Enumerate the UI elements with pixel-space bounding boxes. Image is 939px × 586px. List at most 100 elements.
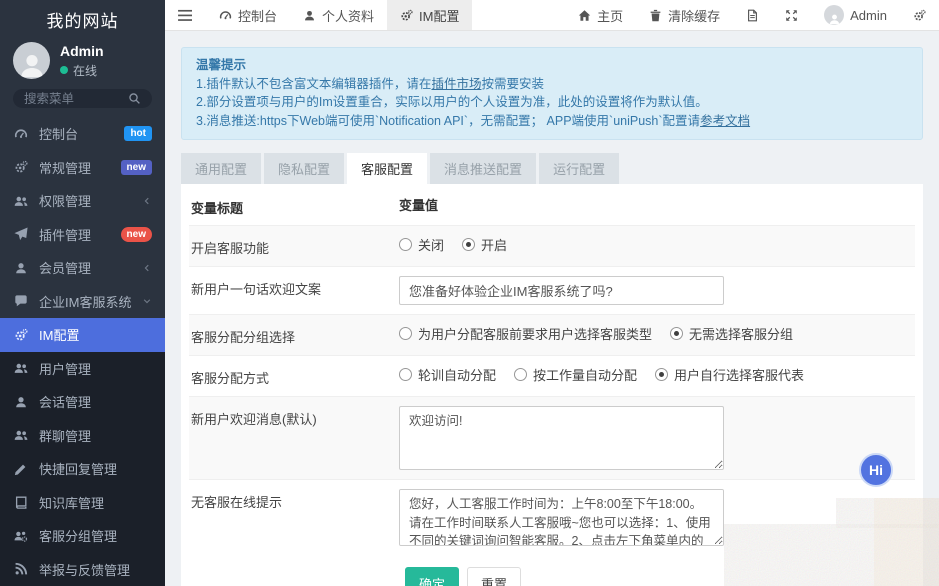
welcome-text-input[interactable] — [399, 276, 724, 305]
sidebar-item-report-feedback-manage[interactable]: 举报与反馈管理 — [0, 553, 165, 586]
rss-icon — [13, 562, 29, 576]
sidebar-submenu: IM配置 用户管理 会话管理 群聊管理 快捷回复管理 知识库管理 — [0, 318, 165, 586]
sidebar-item-im-system[interactable]: 企业IM客服系统 — [0, 285, 165, 319]
users-icon — [13, 428, 29, 442]
user-status: 在线 — [60, 62, 104, 79]
row-group-select: 客服分配分组选择 为用户分配客服前要求用户选择客服类型 无需选择客服分组 — [189, 314, 915, 355]
sidebar-item-quick-reply-manage[interactable]: 快捷回复管理 — [0, 452, 165, 486]
clear-cache-label: 清除缓存 — [668, 6, 720, 25]
field-label: 客服分配方式 — [191, 365, 399, 387]
info-alert: 温馨提示 1.插件默认不包含富文本编辑器插件，请在插件市场按需要安装 2.部分设… — [181, 47, 923, 140]
topnav-right: 主页 清除缓存 Admin — [565, 0, 939, 30]
sidebar-item-user-manage[interactable]: 用户管理 — [0, 352, 165, 386]
user-icon — [303, 9, 316, 22]
form-header-row: 变量标题 变量值 — [189, 186, 915, 225]
gears-icon — [13, 328, 29, 342]
sidebar-item-group-chat-manage[interactable]: 群聊管理 — [0, 419, 165, 453]
avatar[interactable] — [13, 42, 50, 79]
row-offline-tip: 无客服在线提示 您好，人工客服工作时间为：上午8:00至下午18:00。请在工作… — [189, 479, 915, 555]
sidebar-item-label: 企业IM客服系统 — [39, 292, 132, 311]
chevron-left-icon — [142, 196, 152, 206]
book-icon — [13, 495, 29, 509]
topnav-tab-label: 个人资料 — [322, 6, 374, 25]
badge-new: new — [121, 227, 152, 242]
tab-general-config[interactable]: 通用配置 — [181, 153, 261, 184]
radio-option-require-type[interactable]: 为用户分配客服前要求用户选择客服类型 — [399, 324, 652, 343]
field-label: 无客服在线提示 — [191, 489, 399, 511]
sidebar: 我的网站 Admin 在线 控制台 hot 常规管理 new 权限管理 — [0, 0, 165, 586]
language-icon — [746, 9, 759, 22]
column-header-value: 变量值 — [399, 195, 913, 214]
app-root: { "app": { "brand": "我的网站" }, "sidebar":… — [0, 0, 939, 586]
gauge-icon — [219, 9, 232, 22]
topnav-tab-profile[interactable]: 个人资料 — [290, 0, 387, 30]
tab-runtime-config[interactable]: 运行配置 — [539, 153, 619, 184]
tab-privacy-config[interactable]: 隐私配置 — [264, 153, 344, 184]
sidebar-item-label: 权限管理 — [39, 191, 132, 210]
users-icon — [13, 361, 29, 375]
gears-icon — [13, 160, 29, 174]
sidebar-item-service-group-manage[interactable]: 客服分组管理 — [0, 519, 165, 553]
sidebar-item-label: 会话管理 — [39, 392, 152, 411]
chevron-left-icon — [142, 263, 152, 273]
radio-option-open[interactable]: 开启 — [462, 235, 507, 254]
radio-checked-icon — [655, 368, 668, 381]
field-label: 新用户一句话欢迎文案 — [191, 276, 399, 298]
radio-option-close[interactable]: 关闭 — [399, 235, 444, 254]
topnav-tab-label: 控制台 — [238, 6, 277, 25]
sidebar-item-session-manage[interactable]: 会话管理 — [0, 385, 165, 419]
badge-new: new — [121, 160, 152, 175]
user-icon — [13, 261, 29, 275]
topnav-tab-label: IM配置 — [419, 6, 459, 25]
sidebar-item-knowledge-base-manage[interactable]: 知识库管理 — [0, 486, 165, 520]
search-input[interactable] — [24, 92, 122, 106]
reference-doc-link[interactable]: 参考文档 — [700, 114, 750, 128]
tab-service-config[interactable]: 客服配置 — [347, 153, 427, 184]
settings-button[interactable] — [900, 0, 939, 30]
sidebar-item-general-manage[interactable]: 常规管理 new — [0, 151, 165, 185]
search-icon[interactable] — [128, 92, 141, 105]
field-label: 开启客服功能 — [191, 235, 399, 257]
radio-option-workload[interactable]: 按工作量自动分配 — [514, 365, 637, 384]
radio-option-round-robin[interactable]: 轮训自动分配 — [399, 365, 496, 384]
tab-push-config[interactable]: 消息推送配置 — [430, 153, 536, 184]
sidebar-item-label: 快捷回复管理 — [39, 459, 152, 478]
sidebar-item-label: 控制台 — [39, 124, 114, 143]
chevron-down-icon — [142, 296, 152, 306]
fullscreen-button[interactable] — [772, 0, 811, 30]
sidebar-item-member-manage[interactable]: 会员管理 — [0, 251, 165, 285]
comment-icon — [13, 294, 29, 308]
topnav-tab-dashboard[interactable]: 控制台 — [206, 0, 290, 30]
user-menu[interactable]: Admin — [811, 0, 900, 30]
home-button[interactable]: 主页 — [565, 0, 636, 30]
sidebar-item-im-config[interactable]: IM配置 — [0, 318, 165, 352]
radio-option-user-choose[interactable]: 用户自行选择客服代表 — [655, 365, 804, 384]
sidebar-item-dashboard[interactable]: 控制台 hot — [0, 117, 165, 151]
reset-button[interactable]: 重置 — [467, 567, 521, 586]
online-dot-icon — [60, 66, 68, 74]
user-icon — [13, 395, 29, 409]
chat-float-button[interactable]: Hi — [859, 453, 893, 487]
field-label: 客服分配分组选择 — [191, 324, 399, 346]
radio-icon — [399, 327, 412, 340]
radio-icon — [399, 368, 412, 381]
alert-title: 温馨提示 — [196, 56, 908, 75]
offline-tip-textarea[interactable]: 您好，人工客服工作时间为：上午8:00至下午18:00。请在工作时间联系人工客服… — [399, 489, 724, 546]
pencil-icon — [13, 462, 29, 476]
clear-cache-button[interactable]: 清除缓存 — [636, 0, 733, 30]
sidebar-item-permission-manage[interactable]: 权限管理 — [0, 184, 165, 218]
plugin-market-link[interactable]: 插件市场 — [431, 77, 481, 91]
trash-icon — [649, 9, 662, 22]
form-buttons: 确定 重置 — [189, 555, 915, 586]
alert-line-3: 3.消息推送:https下Web端可使用`Notification API`，无… — [196, 112, 908, 131]
radio-checked-icon — [462, 238, 475, 251]
submit-button[interactable]: 确定 — [405, 567, 459, 586]
gears-icon — [400, 9, 413, 22]
sidebar-item-plugin-manage[interactable]: 插件管理 new — [0, 218, 165, 252]
sidebar-toggle-button[interactable] — [165, 0, 206, 30]
topnav-tab-im-config[interactable]: IM配置 — [387, 0, 472, 30]
language-button[interactable] — [733, 0, 772, 30]
radio-option-no-group[interactable]: 无需选择客服分组 — [670, 324, 793, 343]
sidebar-search — [13, 89, 152, 108]
welcome-message-textarea[interactable]: 欢迎访问! — [399, 406, 724, 470]
